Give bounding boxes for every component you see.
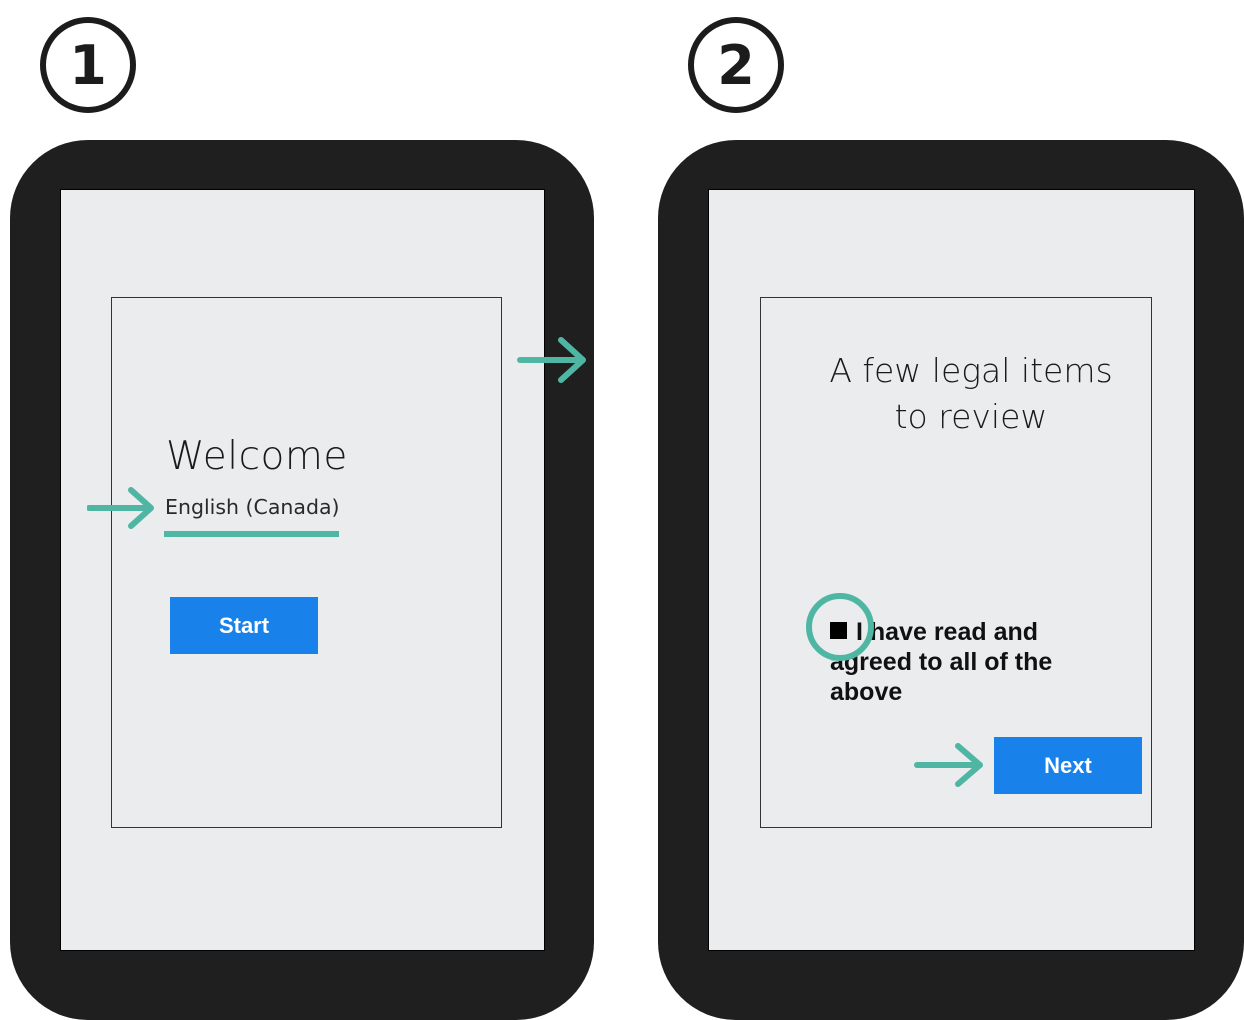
step-2-number: 2 — [717, 33, 755, 97]
step-2-badge: 2 — [688, 17, 784, 113]
step-1-number: 1 — [69, 33, 107, 97]
welcome-panel — [111, 297, 502, 828]
legal-title-line-1: A few legal items — [829, 351, 1113, 390]
language-underline — [164, 531, 339, 537]
legal-title-line-2: to review — [894, 397, 1048, 436]
start-button[interactable]: Start — [170, 597, 318, 654]
checkbox-square-icon[interactable] — [830, 622, 847, 639]
agree-label: I have read and agreed to all of the abo… — [830, 618, 1053, 706]
next-arrow-icon — [914, 743, 983, 787]
agree-checkbox-row[interactable]: I have read and agreed to all of the abo… — [830, 617, 1080, 707]
next-step-arrow-icon — [517, 337, 586, 383]
next-button[interactable]: Next — [994, 737, 1142, 794]
legal-title: A few legal items to review — [810, 348, 1132, 440]
language-select[interactable]: English (Canada) — [165, 495, 340, 519]
step-1-badge: 1 — [40, 17, 136, 113]
welcome-title: Welcome — [166, 434, 348, 479]
language-arrow-icon — [87, 487, 154, 529]
